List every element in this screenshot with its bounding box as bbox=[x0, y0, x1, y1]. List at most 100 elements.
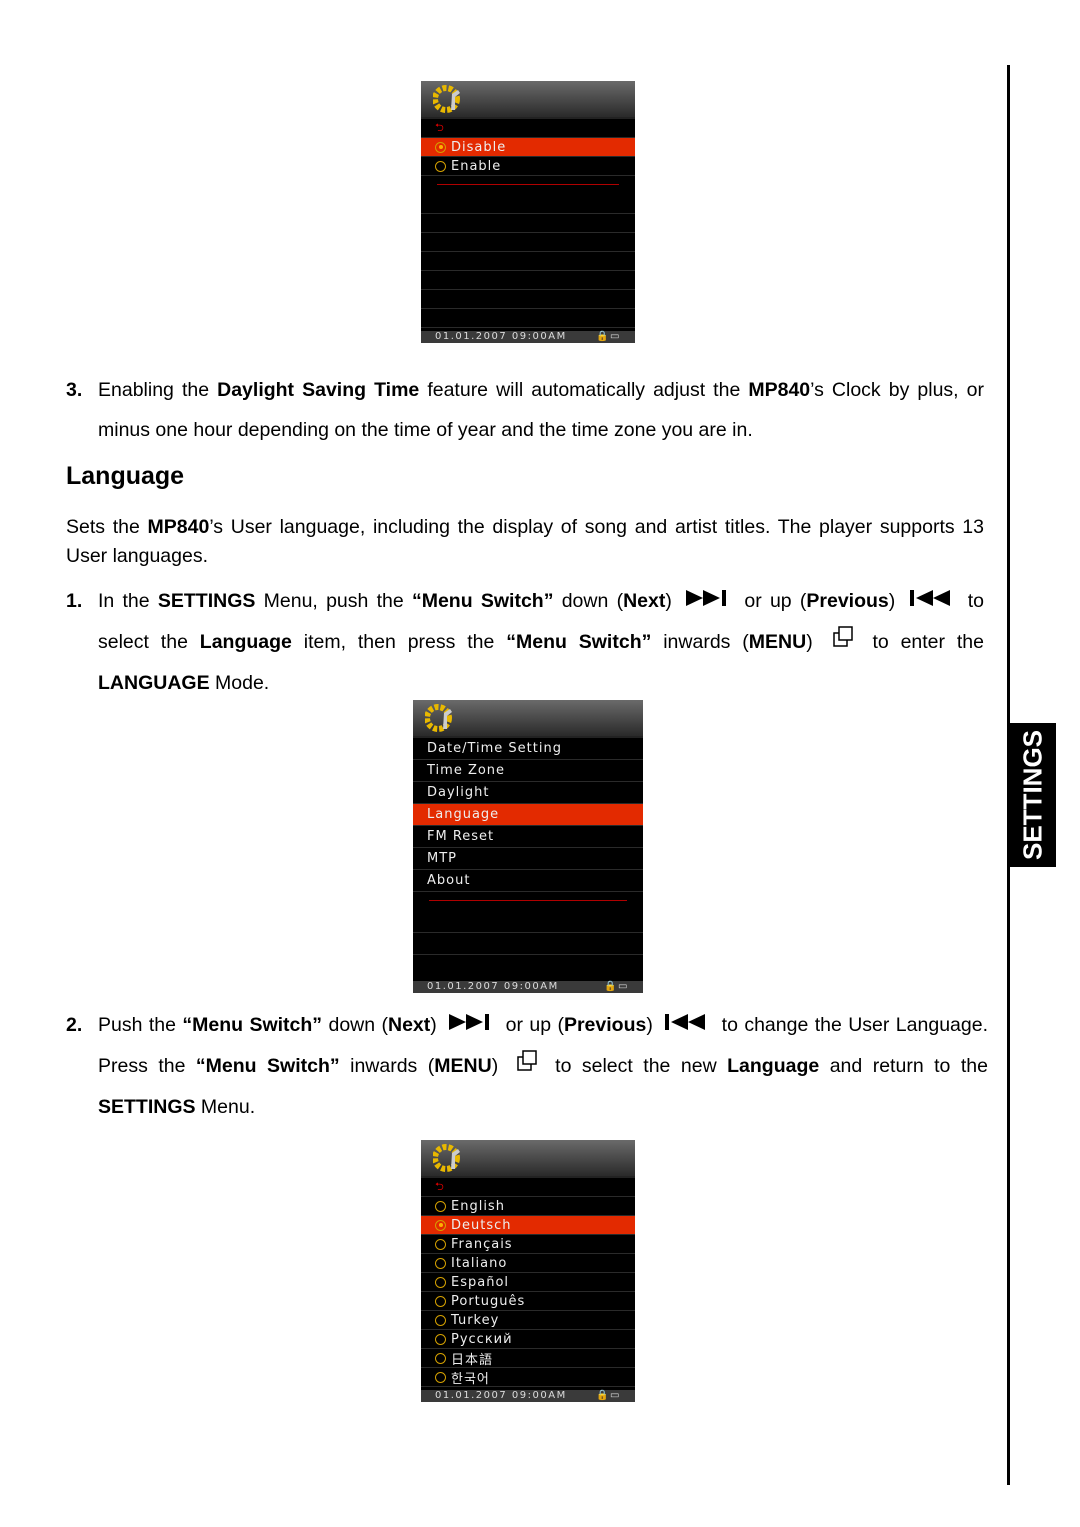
next-icon bbox=[449, 1006, 493, 1046]
radio-icon bbox=[435, 1371, 446, 1383]
bold-term: Language bbox=[727, 1054, 820, 1077]
text-run: ) bbox=[888, 590, 904, 612]
menu-item-label: Italiano bbox=[451, 1255, 508, 1271]
daylight-description: Enabling the Daylight Saving Time featur… bbox=[98, 370, 984, 450]
menu-item-label: FM Reset bbox=[427, 829, 495, 844]
bold-term: “Menu Switch” bbox=[195, 1054, 340, 1077]
menu-item[interactable]: Date/Time Setting bbox=[413, 738, 643, 760]
text-run: and return to the bbox=[819, 1054, 988, 1077]
radio-icon bbox=[435, 1352, 446, 1364]
status-bar: 01.01.2007 09:00AM 🔒▭ bbox=[421, 1390, 635, 1402]
menu-item-label: About bbox=[427, 873, 471, 888]
return-arrow-icon: ⮌ bbox=[435, 120, 445, 134]
screen-header bbox=[413, 700, 643, 738]
bold-term: Next bbox=[623, 590, 666, 612]
text-run: to select the new bbox=[544, 1054, 728, 1077]
menu-item[interactable]: Русский bbox=[421, 1330, 635, 1349]
text-run: In the bbox=[98, 590, 158, 612]
status-bar: 01.01.2007 09:00AM 🔒▭ bbox=[413, 981, 643, 993]
menu-item[interactable]: 日本語 bbox=[421, 1349, 635, 1368]
menu-item-label: Português bbox=[451, 1293, 526, 1309]
menu-item-label: Español bbox=[451, 1274, 510, 1290]
back-row[interactable]: ⮌ bbox=[421, 119, 635, 138]
empty-row bbox=[413, 911, 643, 933]
menu-item-label: Disable bbox=[451, 139, 507, 155]
menu-item-label: Daylight bbox=[427, 785, 490, 800]
text-run: ) bbox=[491, 1054, 509, 1077]
menu-item[interactable]: Italiano bbox=[421, 1254, 635, 1273]
bold-term: Daylight Saving Time bbox=[217, 379, 420, 401]
settings-gear-icon bbox=[433, 85, 460, 113]
settings-gear-icon bbox=[425, 704, 452, 732]
step-number: 3. bbox=[66, 379, 83, 401]
empty-row bbox=[421, 309, 635, 328]
screen-header bbox=[421, 81, 635, 119]
radio-icon bbox=[435, 160, 446, 172]
screen-language-list: ⮌ English Deutsch Français Italiano Español Po… bbox=[421, 1140, 635, 1402]
back-row[interactable]: ⮌ bbox=[421, 1178, 635, 1197]
previous-icon bbox=[665, 1006, 709, 1046]
menu-item[interactable]: Português bbox=[421, 1292, 635, 1311]
menu-item[interactable]: Enable bbox=[421, 157, 635, 176]
date-time: 01.01.2007 09:00AM bbox=[435, 1390, 567, 1401]
radio-icon bbox=[435, 1219, 446, 1231]
empty-row bbox=[421, 195, 635, 214]
text-run: Push the bbox=[98, 1014, 183, 1036]
menu-item[interactable]: English bbox=[421, 1197, 635, 1216]
bold-term: SETTINGS bbox=[98, 1095, 196, 1118]
text-run: Menu, push the bbox=[255, 590, 412, 612]
radio-icon bbox=[435, 1257, 446, 1269]
screen-daylight-options: ⮌ Disable Enable 01.01.2007 09:00AM 🔒▭ bbox=[421, 81, 635, 343]
divider bbox=[429, 900, 627, 901]
menu-item-label: English bbox=[451, 1198, 505, 1214]
settings-section-tab: SETTINGS bbox=[1010, 723, 1056, 867]
manual-page: SETTINGS ⮌ Disable Enable 01.01.2007 09:00A… bbox=[0, 0, 1080, 1527]
bold-term: “Menu Switch” bbox=[506, 630, 652, 653]
text-run: Enabling the bbox=[98, 379, 218, 401]
radio-icon bbox=[435, 141, 446, 153]
step2-text: Push the “Menu Switch” down (Next) or up… bbox=[98, 1005, 988, 1127]
section-heading: Language bbox=[66, 462, 185, 490]
menu-item[interactable]: FM Reset bbox=[413, 826, 643, 848]
menu-item[interactable]: Disable bbox=[421, 138, 635, 157]
menu-item-label: Date/Time Setting bbox=[427, 741, 562, 756]
text-run: ) bbox=[806, 630, 825, 653]
screen-header bbox=[421, 1140, 635, 1178]
radio-icon bbox=[435, 1295, 446, 1307]
language-intro: Sets the MP840’s User language, includin… bbox=[66, 513, 984, 571]
menu-item[interactable]: Daylight bbox=[413, 782, 643, 804]
menu-item-label: Русский bbox=[451, 1331, 513, 1347]
bold-term: MP840 bbox=[748, 379, 811, 401]
empty-row bbox=[421, 252, 635, 271]
menu-item[interactable]: Français bbox=[421, 1235, 635, 1254]
radio-icon bbox=[435, 1200, 446, 1212]
menu-icon bbox=[831, 623, 855, 663]
bold-term: MENU bbox=[748, 630, 807, 653]
menu-item-label: Deutsch bbox=[451, 1217, 512, 1233]
status-bar: 01.01.2007 09:00AM 🔒▭ bbox=[421, 331, 635, 343]
menu-item[interactable]: Turkey bbox=[421, 1311, 635, 1330]
text-run: down ( bbox=[322, 1014, 388, 1036]
menu-item[interactable]: 한국어 bbox=[421, 1368, 635, 1387]
empty-row bbox=[421, 214, 635, 233]
menu-item-label: Turkey bbox=[451, 1312, 500, 1328]
empty-row bbox=[421, 290, 635, 309]
menu-item[interactable]: MTP bbox=[413, 848, 643, 870]
radio-icon bbox=[435, 1276, 446, 1288]
menu-item[interactable]: Language bbox=[413, 804, 643, 826]
bold-term: Next bbox=[388, 1014, 431, 1036]
bold-term: Previous bbox=[806, 590, 889, 612]
text-run: ) bbox=[646, 1014, 660, 1036]
menu-item[interactable]: Deutsch bbox=[421, 1216, 635, 1235]
menu-item-label: Enable bbox=[451, 158, 502, 174]
menu-item[interactable]: About bbox=[413, 870, 643, 892]
text-run: feature will automatically adjust the bbox=[419, 379, 749, 401]
step-number: 2. bbox=[66, 1014, 83, 1036]
menu-item[interactable]: Time Zone bbox=[413, 760, 643, 782]
bold-term: Language bbox=[199, 630, 292, 653]
menu-item[interactable]: Español bbox=[421, 1273, 635, 1292]
text-run: down ( bbox=[553, 590, 624, 612]
previous-icon bbox=[909, 582, 954, 622]
radio-icon bbox=[435, 1314, 446, 1326]
menu-item-label: 日本語 bbox=[451, 1352, 494, 1368]
